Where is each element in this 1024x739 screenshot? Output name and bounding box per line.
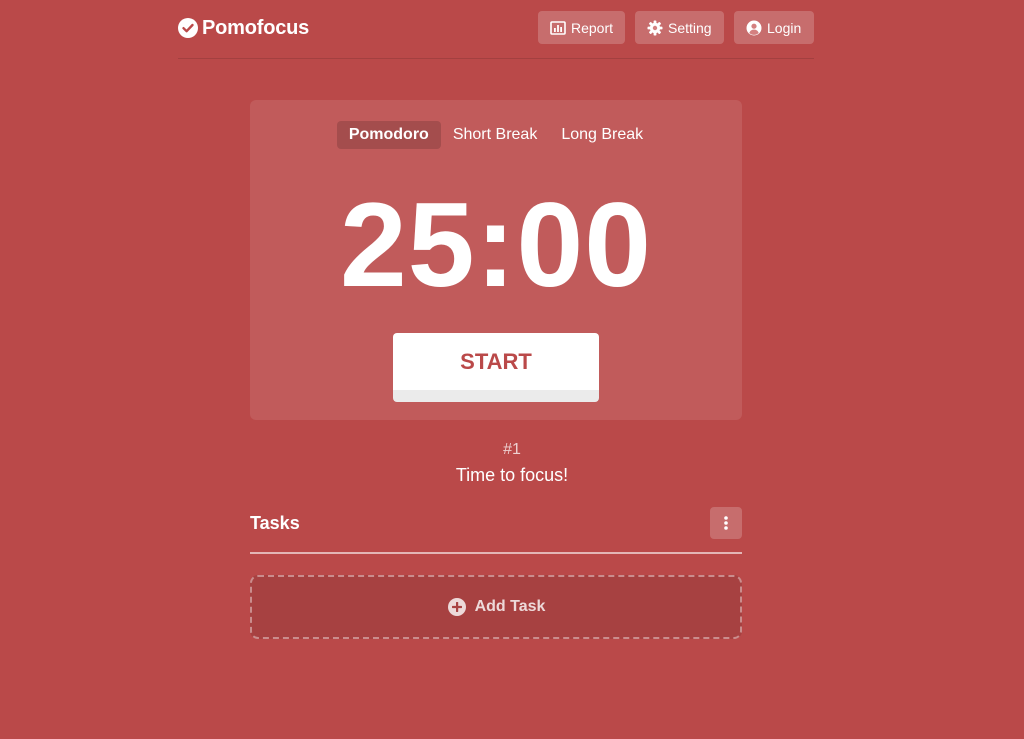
report-button[interactable]: Report [538,11,625,44]
add-task-label: Add Task [474,598,546,615]
tab-pomodoro[interactable]: Pomodoro [336,121,441,149]
tasks-header: Tasks [250,505,742,554]
tab-short-break[interactable]: Short Break [441,121,549,149]
timer-card: Pomodoro Short Break Long Break 25:00 ST… [250,100,742,420]
tasks-menu-button[interactable] [710,507,742,539]
brand-name: Pomofocus [202,16,310,39]
brand-logo[interactable]: Pomofocus [178,16,309,40]
session-number[interactable]: #1 [0,441,1024,459]
vertical-dots-icon [723,515,729,531]
timer-display: 25:00 [340,178,652,312]
setting-button[interactable]: Setting [635,11,724,44]
report-label: Report [571,19,614,36]
add-task-button[interactable]: Add Task [250,575,742,639]
tasks-title: Tasks [250,513,300,533]
user-circle-icon [746,20,762,36]
pomofocus-page: Pomofocus Report Setting Login Pomodoro … [0,0,1024,739]
gear-icon [647,20,663,36]
mode-tabs: Pomodoro Short Break Long Break [250,121,742,149]
tab-long-break[interactable]: Long Break [549,121,655,149]
top-nav: Report Setting Login [538,11,814,44]
plus-circle-icon [447,597,467,617]
bar-chart-icon [550,20,566,36]
check-circle-icon [178,18,198,38]
login-button[interactable]: Login [734,11,814,44]
session-message: Time to focus! [455,465,569,485]
header: Pomofocus Report Setting Login [178,0,814,59]
start-button[interactable]: START [393,333,599,396]
setting-label: Setting [668,19,712,36]
login-label: Login [767,19,802,36]
